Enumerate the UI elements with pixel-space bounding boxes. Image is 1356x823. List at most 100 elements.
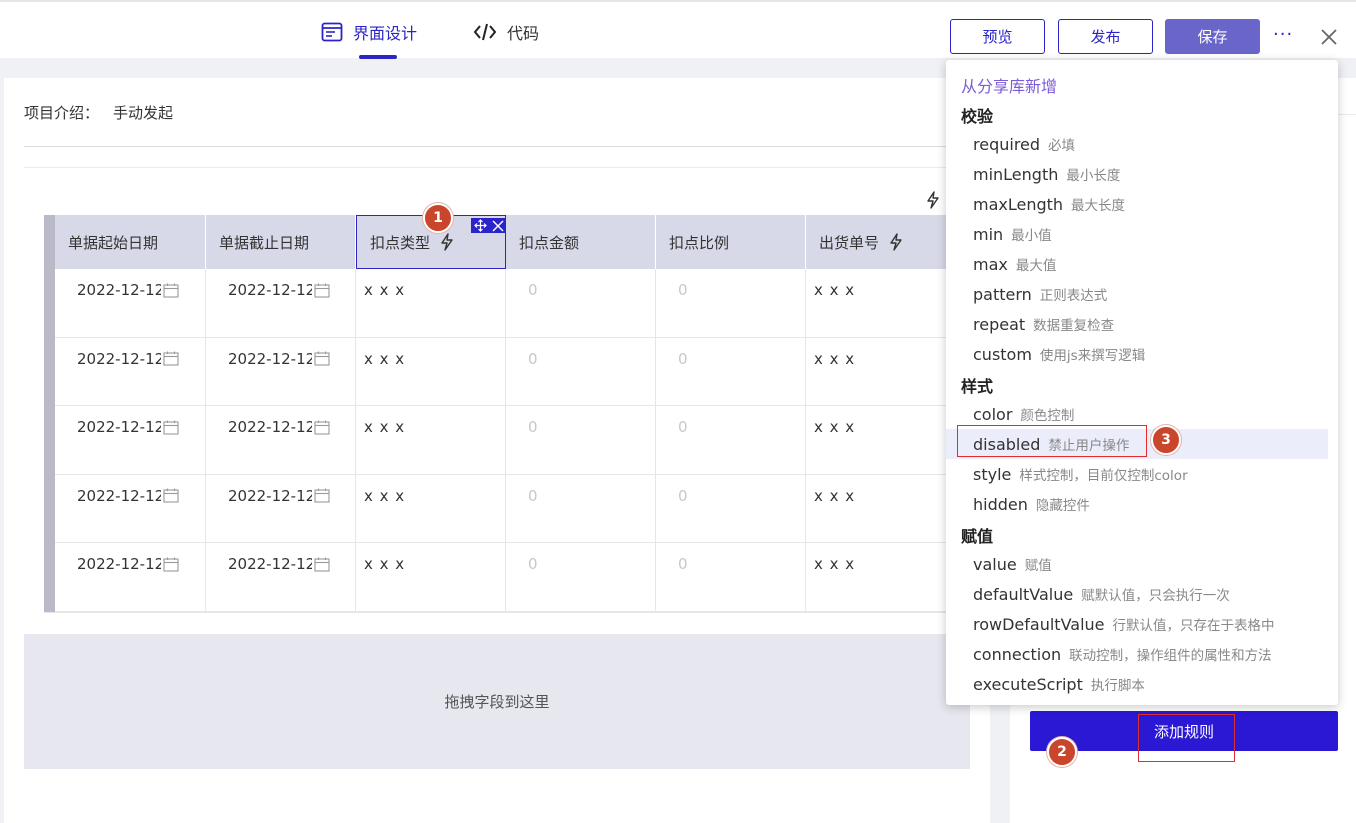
close-icon[interactable] [1318,26,1340,48]
menu-item-description: 最小长度 [1066,168,1121,184]
menu-item-defaultValue[interactable]: defaultValue 赋默认值，只会执行一次 [946,579,1328,609]
column-header[interactable]: 出货单号 [806,215,949,269]
calendar-icon[interactable] [163,557,179,572]
calendar-icon[interactable] [163,420,179,435]
menu-item-pattern[interactable]: pattern 正则表达式 [946,279,1328,309]
top-bar: 界面设计 代码 预览 发布 保存 ··· [0,0,1356,59]
type-cell[interactable]: x x x [356,543,506,612]
end-date-cell[interactable]: 2022-12-12 [206,269,356,338]
cell-value: x x x [814,486,856,505]
menu-item-style[interactable]: style 样式控制，目前仅控制color [946,459,1328,489]
dropdown-group-title: 样式 [961,377,994,396]
end-date-cell[interactable]: 2022-12-12 [206,337,356,407]
menu-item-value[interactable]: value 赋值 [946,549,1328,579]
delete-column-icon[interactable] [492,220,504,232]
menu-item-name: defaultValue [973,584,1074,604]
order-no-cell[interactable]: x x x [806,269,949,338]
calendar-icon[interactable] [314,283,330,298]
preview-button[interactable]: 预览 [950,19,1045,54]
publish-button[interactable]: 发布 [1058,19,1153,54]
type-cell[interactable]: x x x [356,269,506,338]
form-design-icon [321,22,343,42]
calendar-icon[interactable] [163,283,179,298]
ratio-cell[interactable]: 0 [656,543,806,612]
more-options-icon[interactable]: ··· [1273,24,1293,45]
end-date-cell[interactable]: 2022-12-12 [206,406,356,475]
menu-item-description: 赋值 [1024,558,1052,574]
column-header[interactable]: 单据截止日期 [206,215,356,269]
ratio-cell[interactable]: 0 [656,474,806,544]
calendar-icon[interactable] [314,420,330,435]
calendar-icon[interactable] [314,557,330,572]
calendar-icon[interactable] [163,351,179,366]
menu-item-max[interactable]: max 最大值 [946,249,1328,279]
menu-item-repeat[interactable]: repeat 数据重复检查 [946,309,1328,339]
add-from-share-library-link[interactable]: 从分享库新增 [961,73,1057,97]
order-no-cell[interactable]: x x x [806,406,949,475]
calendar-icon[interactable] [314,488,330,503]
order-no-cell[interactable]: x x x [806,474,949,544]
menu-item-rowDefaultValue[interactable]: rowDefaultValue 行默认值，只存在于表格中 [946,609,1328,639]
column-header[interactable]: 扣点金额 [506,215,656,269]
menu-item-hidden[interactable]: hidden 隐藏控件 [946,489,1328,519]
start-date-cell[interactable]: 2022-12-12 [55,543,206,612]
tab-code-label: 代码 [507,24,540,43]
order-no-cell[interactable]: x x x [806,337,949,407]
cell-value: 0 [678,555,688,574]
date-value: 2022-12-12 [77,555,161,574]
type-cell[interactable]: x x x [356,474,506,544]
amount-cell[interactable]: 0 [506,543,656,612]
move-icon[interactable] [473,219,487,232]
end-date-cell[interactable]: 2022-12-12 [206,543,356,612]
tab-ui-design[interactable]: 界面设计 [321,20,417,44]
menu-item-name: rowDefaultValue [973,614,1105,634]
project-intro-field[interactable]: 项目介绍： 手动发起 [24,102,173,123]
menu-item-required[interactable]: required 必填 [946,129,1328,159]
start-date-cell[interactable]: 2022-12-12 [55,269,206,338]
order-no-cell[interactable]: x x x [806,543,949,612]
amount-cell[interactable]: 0 [506,269,656,338]
amount-cell[interactable]: 0 [506,337,656,407]
annotation-badge-2: 2 [1047,737,1077,767]
ratio-cell[interactable]: 0 [656,269,806,338]
amount-cell[interactable]: 0 [506,474,656,544]
menu-item-custom[interactable]: custom 使用js来撰写逻辑 [946,339,1328,369]
bolt-icon[interactable] [889,233,903,251]
menu-item-minLength[interactable]: minLength 最小长度 [946,159,1328,189]
dropdown-group-title: 校验 [961,107,994,126]
column-header[interactable]: 扣点比例 [656,215,806,269]
calendar-icon[interactable] [163,488,179,503]
annotation-badge-3: 3 [1151,425,1181,455]
divider [24,146,974,147]
menu-item-min[interactable]: min 最小值 [946,219,1328,249]
menu-item-description: 联动控制，操作组件的属性和方法 [1069,648,1272,664]
start-date-cell[interactable]: 2022-12-12 [55,406,206,475]
amount-cell[interactable]: 0 [506,406,656,475]
menu-item-description: 正则表达式 [1039,288,1108,304]
cell-value: 0 [528,281,538,299]
date-value: 2022-12-12 [77,349,161,368]
start-date-cell[interactable]: 2022-12-12 [55,474,206,544]
menu-item-name: max [973,254,1008,274]
start-date-cell[interactable]: 2022-12-12 [55,337,206,407]
cell-value: x x x [814,349,856,368]
type-cell[interactable]: x x x [356,337,506,407]
bolt-icon[interactable] [440,233,454,251]
end-date-cell[interactable]: 2022-12-12 [206,474,356,544]
date-value: 2022-12-12 [77,281,161,299]
type-cell[interactable]: x x x [356,406,506,475]
project-intro-label: 项目介绍： [24,104,100,122]
save-button[interactable]: 保存 [1165,19,1260,54]
drop-zone[interactable]: 拖拽字段到这里 [24,634,970,769]
table-drag-handle[interactable] [44,215,55,612]
tab-code[interactable]: 代码 [473,20,539,44]
menu-item-connection[interactable]: connection 联动控制，操作组件的属性和方法 [946,639,1328,669]
table-bolt-icon[interactable] [925,191,941,209]
ratio-cell[interactable]: 0 [656,406,806,475]
ratio-cell[interactable]: 0 [656,337,806,407]
menu-item-maxLength[interactable]: maxLength 最大长度 [946,189,1328,219]
calendar-icon[interactable] [314,351,330,366]
column-header[interactable]: 单据起始日期 [55,215,206,269]
menu-item-executeScript[interactable]: executeScript 执行脚本 [946,669,1328,699]
dropdown-group-title: 赋值 [961,527,994,546]
